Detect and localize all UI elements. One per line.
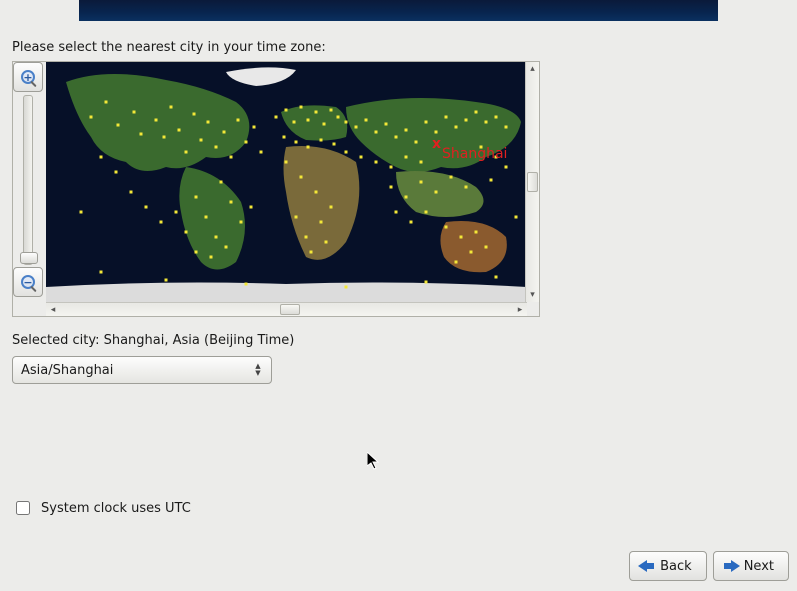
utc-checkbox-label[interactable]: System clock uses UTC <box>41 501 191 516</box>
zoom-out-button[interactable] <box>13 267 43 297</box>
vscroll-thumb[interactable] <box>527 172 538 192</box>
back-button-label: Back <box>660 559 692 574</box>
timezone-combobox[interactable]: Asia/Shanghai ▲▼ <box>12 356 272 384</box>
hscroll-thumb[interactable] <box>280 304 300 315</box>
zoom-in-icon <box>21 70 35 84</box>
back-arrow-icon <box>638 559 656 573</box>
selected-city-label: Selected city: Shanghai, Asia (Beijing T… <box>12 333 785 348</box>
timezone-value: Asia/Shanghai <box>21 363 251 378</box>
utc-checkbox[interactable] <box>16 501 30 515</box>
zoom-in-button[interactable] <box>13 62 43 92</box>
zoom-slider-thumb[interactable] <box>20 252 38 264</box>
timezone-prompt-label: Please select the nearest city in your t… <box>12 40 785 55</box>
world-map[interactable]: x Shanghai <box>46 62 527 302</box>
scroll-up-icon[interactable]: ▴ <box>526 62 539 76</box>
next-button-label: Next <box>744 559 774 574</box>
scroll-down-icon[interactable]: ▾ <box>526 288 539 302</box>
scroll-left-icon[interactable]: ◂ <box>46 305 60 315</box>
next-arrow-icon <box>722 559 740 573</box>
svg-text:x: x <box>432 136 441 152</box>
header-banner <box>79 0 718 21</box>
combobox-stepper-icon: ▲▼ <box>251 363 265 377</box>
back-button[interactable]: Back <box>629 551 707 581</box>
svg-text:Shanghai: Shanghai <box>442 146 507 162</box>
next-button[interactable]: Next <box>713 551 789 581</box>
zoom-out-icon <box>21 275 35 289</box>
zoom-slider-track[interactable] <box>23 95 33 265</box>
map-horizontal-scrollbar[interactable]: ◂ ▸ <box>46 302 527 316</box>
map-vertical-scrollbar[interactable]: ▴ ▾ <box>525 62 539 302</box>
timezone-map-container: x Shanghai ▴ ▾ ◂ ▸ <box>12 61 540 317</box>
scroll-right-icon[interactable]: ▸ <box>513 305 527 315</box>
